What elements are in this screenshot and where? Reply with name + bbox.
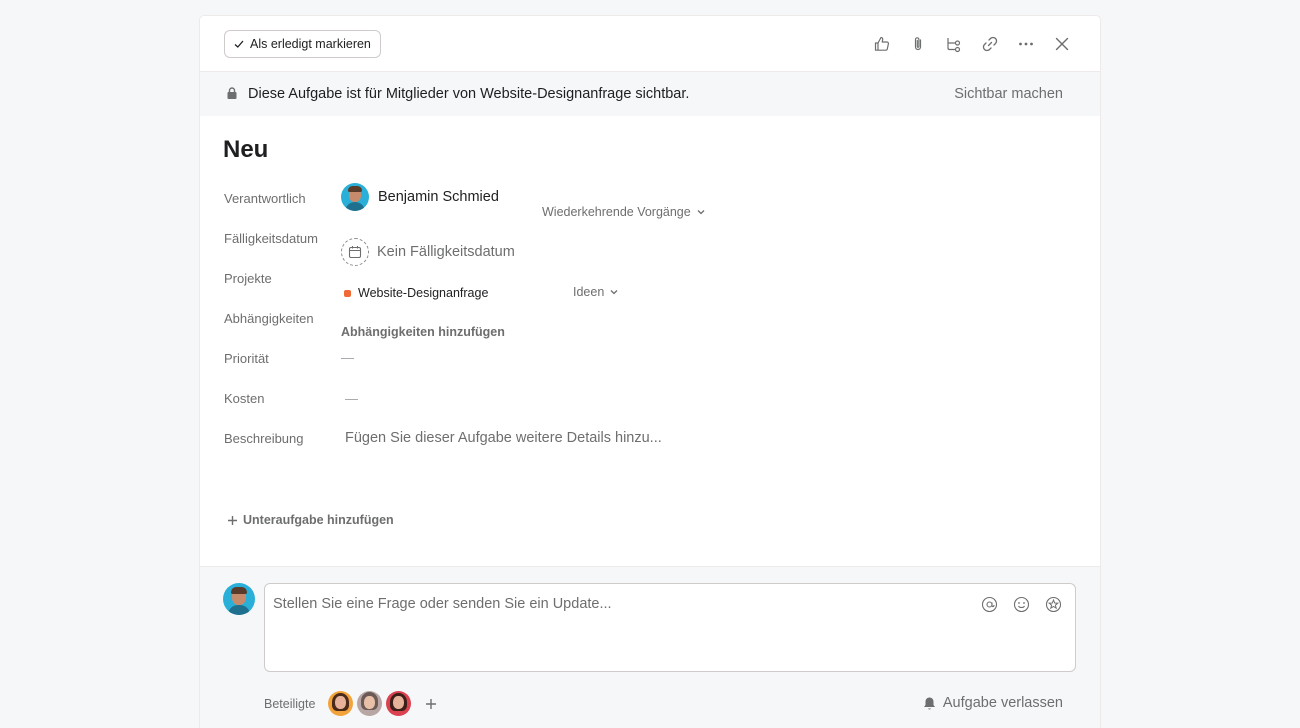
section-name: Ideen (573, 285, 605, 299)
lock-icon (227, 87, 237, 99)
collaborators-list (328, 691, 441, 716)
calendar-icon (341, 238, 369, 266)
comment-input[interactable]: Stellen Sie eine Frage oder senden Sie e… (264, 583, 1076, 672)
due-date-value: Kein Fälligkeitsdatum (377, 244, 515, 260)
collaborator-avatar[interactable] (357, 691, 382, 716)
description-label: Beschreibung (224, 431, 304, 446)
task-toolbar: Als erledigt markieren (200, 16, 1100, 72)
more-icon[interactable] (1014, 32, 1038, 56)
description-field[interactable]: Fügen Sie dieser Aufgabe weitere Details… (345, 430, 662, 446)
make-public-button[interactable]: Sichtbar machen (954, 86, 1063, 102)
plus-icon (228, 515, 237, 525)
link-icon[interactable] (978, 32, 1002, 56)
assignee-field[interactable]: Benjamin Schmied (341, 183, 499, 211)
comment-placeholder: Stellen Sie eine Frage oder senden Sie e… (273, 596, 612, 612)
paperclip-icon[interactable] (906, 32, 930, 56)
avatar (341, 183, 369, 211)
thumbs-up-icon[interactable] (870, 32, 894, 56)
check-icon (234, 40, 244, 48)
comment-section: Stellen Sie eine Frage oder senden Sie e… (200, 566, 1100, 728)
due-date-label: Fälligkeitsdatum (224, 231, 318, 246)
due-date-field[interactable]: Kein Fälligkeitsdatum (341, 238, 515, 266)
collaborators-label: Beteiligte (264, 697, 316, 711)
task-detail-pane: Als erledigt markieren Diese Aufgabe ist… (200, 16, 1100, 728)
collaborator-avatar[interactable] (386, 691, 411, 716)
recurring-dropdown[interactable]: Wiederkehrende Vorgänge (542, 205, 706, 219)
close-icon[interactable] (1050, 32, 1074, 56)
emoji-icon[interactable] (1011, 594, 1031, 614)
add-dependencies-button[interactable]: Abhängigkeiten hinzufügen (341, 325, 505, 339)
bell-icon (923, 697, 935, 710)
leave-task-label: Aufgabe verlassen (942, 695, 1063, 711)
add-subtask-label: Unteraufgabe hinzufügen (243, 513, 394, 527)
subtask-icon[interactable] (942, 32, 966, 56)
mention-icon[interactable] (979, 594, 999, 614)
project-name: Website-Designanfrage (358, 286, 489, 300)
assignee-label: Verantwortlich (224, 191, 306, 206)
collaborator-avatar[interactable] (328, 691, 353, 716)
mark-complete-label: Als erledigt markieren (250, 37, 371, 51)
chevron-down-icon (610, 290, 618, 295)
project-tag[interactable]: Website-Designanfrage (344, 286, 488, 300)
recurring-label: Wiederkehrende Vorgänge (542, 205, 691, 219)
section-dropdown[interactable]: Ideen (573, 285, 619, 299)
priority-label: Priorität (224, 351, 269, 366)
avatar (223, 583, 255, 615)
projects-label: Projekte (224, 271, 272, 286)
add-subtask-button[interactable]: Unteraufgabe hinzufügen (227, 513, 394, 527)
leave-task-button[interactable]: Aufgabe verlassen (922, 695, 1063, 711)
visibility-banner: Diese Aufgabe ist für Mitglieder von Web… (200, 72, 1100, 116)
assignee-name: Benjamin Schmied (378, 189, 499, 205)
cost-label: Kosten (224, 391, 265, 406)
chevron-down-icon (697, 210, 705, 215)
star-icon[interactable] (1043, 594, 1063, 614)
visibility-text: Diese Aufgabe ist für Mitglieder von Web… (248, 86, 690, 102)
priority-value[interactable]: — (341, 350, 354, 365)
task-title[interactable]: Neu (223, 136, 268, 164)
add-collaborator-icon[interactable] (421, 694, 441, 714)
mark-complete-button[interactable]: Als erledigt markieren (224, 30, 381, 58)
dependencies-label: Abhängigkeiten (224, 311, 314, 326)
cost-value[interactable]: — (345, 391, 358, 406)
project-color-dot (344, 289, 351, 297)
